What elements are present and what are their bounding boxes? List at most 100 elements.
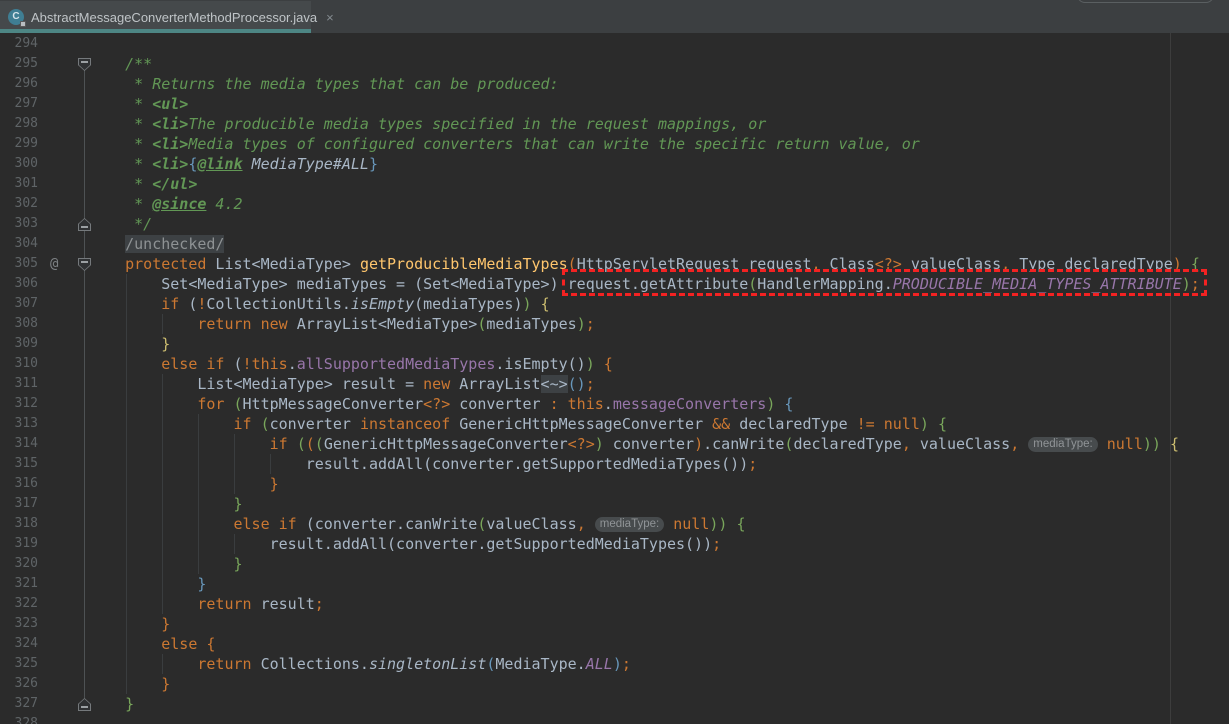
code-text: return new ArrayList<MediaType>(mediaTyp… [197,315,595,333]
line-number: 294 [14,36,38,51]
line-number: 314 [14,436,38,451]
line-number: 328 [14,716,38,724]
code-line[interactable]: 301 * </ul> [0,174,1229,194]
code-line[interactable]: 313 if (converter instanceof GenericHttp… [0,414,1229,434]
line-number: 298 [14,116,38,131]
code-line[interactable]: 304 /unchecked/ [0,234,1229,254]
code-editor[interactable]: 294 295 /** 296 * Returns the media types … [0,33,1229,724]
line-number: 310 [14,356,38,371]
code-line[interactable]: 326 } [0,674,1229,694]
code-line[interactable]: 296 * Returns the media types that can b… [0,74,1229,94]
code-text: * <ul> [89,95,189,113]
code-line[interactable]: 322 return result; [0,594,1229,614]
code-text: } [233,495,243,513]
line-number: 315 [14,456,38,471]
code-text: else if (!this.allSupportedMediaTypes.is… [161,355,613,373]
code-line[interactable]: 312 for (HttpMessageConverter<?> convert… [0,394,1229,414]
code-line[interactable]: 310 else if (!this.allSupportedMediaType… [0,354,1229,374]
parameter-hint: mediaType: [1028,437,1098,452]
code-text: * </ul> [89,175,198,193]
code-line[interactable]: 297 * <ul> [0,94,1229,114]
line-number: 296 [14,76,38,91]
line-number: 303 [14,216,38,231]
code-line[interactable]: 315 result.addAll(converter.getSupported… [0,454,1229,474]
code-text: if (!CollectionUtils.isEmpty(mediaTypes)… [161,295,550,313]
code-text: result.addAll(converter.getSupportedMedi… [89,455,758,473]
code-text: result.addAll(converter.getSupportedMedi… [89,535,722,553]
code-line[interactable]: 303 */ [0,214,1229,234]
code-line[interactable]: 302 * @since 4.2 [0,194,1229,214]
code-text: else if (converter.canWrite(valueClass, … [233,515,746,533]
code-text: } [125,695,135,713]
code-line[interactable]: 314 if (((GenericHttpMessageConverter<?>… [0,434,1229,454]
line-number: 313 [14,416,38,431]
line-number: 321 [14,576,38,591]
code-text: } [197,575,207,593]
code-line[interactable]: 321 } [0,574,1229,594]
code-text: for (HttpMessageConverter<?> converter :… [197,395,794,413]
tab-close-icon[interactable]: × [326,10,334,25]
code-line[interactable]: 300 * <li>{@link MediaType#ALL} [0,154,1229,174]
fold-end-icon[interactable] [78,698,91,711]
fold-start-icon[interactable] [78,258,91,271]
code-line[interactable]: 307 if (!CollectionUtils.isEmpty(mediaTy… [0,294,1229,314]
code-text: } [161,615,171,633]
line-number: 308 [14,316,38,331]
fold-end-icon[interactable] [78,218,91,231]
annotation-gutter-icon[interactable]: @ [50,254,58,274]
line-number: 320 [14,556,38,571]
line-number: 327 [14,696,38,711]
line-number: 324 [14,636,38,651]
highlight-box [562,269,1208,296]
tab-title: AbstractMessageConverterMethodProcessor.… [31,9,318,25]
code-line[interactable]: 295 /** [0,54,1229,74]
code-line[interactable]: 320 } [0,554,1229,574]
code-text: } [233,555,243,573]
line-number: 300 [14,156,38,171]
line-number: 302 [14,196,38,211]
line-number: 326 [14,676,38,691]
code-line[interactable]: 298 * <li>The producible media types spe… [0,114,1229,134]
line-number: 322 [14,596,38,611]
line-number: 312 [14,396,38,411]
code-text: */ [89,215,153,233]
line-number: 307 [14,296,38,311]
fold-start-icon[interactable] [78,58,91,71]
ide-window: C AbstractMessageConverterMethodProcesso… [0,0,1229,724]
code-line[interactable]: 324 else { [0,634,1229,654]
line-number: 316 [14,476,38,491]
code-text: /unchecked/ [125,235,225,253]
code-line[interactable]: 325 return Collections.singletonList(Med… [0,654,1229,674]
code-line[interactable]: 311 List<MediaType> result = new ArrayLi… [0,374,1229,394]
java-class-icon: C [8,9,26,27]
code-line[interactable]: 316 } [0,474,1229,494]
code-text: } [161,335,171,353]
editor-tab-active[interactable]: C AbstractMessageConverterMethodProcesso… [0,1,334,33]
code-text: * Returns the media types that can be pr… [89,75,559,93]
line-number: 301 [14,176,38,191]
code-line[interactable]: 327 } [0,694,1229,714]
fold-guide-line [84,70,85,698]
code-line[interactable]: 319 result.addAll(converter.getSupported… [0,534,1229,554]
code-line[interactable]: 294 [0,34,1229,54]
code-line[interactable]: 318 else if (converter.canWrite(valueCla… [0,514,1229,534]
code-text: } [161,675,171,693]
code-line[interactable]: 309 } [0,334,1229,354]
code-line[interactable]: 299 * <li>Media types of configured conv… [0,134,1229,154]
line-number: 305 [14,256,38,271]
line-number: 304 [14,236,38,251]
code-line[interactable]: 317 } [0,494,1229,514]
code-line[interactable]: 323 } [0,614,1229,634]
code-text: if (((GenericHttpMessageConverter<?>) co… [269,435,1179,453]
code-text: List<MediaType> result = new ArrayList<~… [89,375,595,393]
code-text: * <li>{@link MediaType#ALL} [89,155,378,173]
code-text: * <li>Media types of configured converte… [89,135,920,153]
code-line[interactable]: 308 return new ArrayList<MediaType>(medi… [0,314,1229,334]
line-number: 319 [14,536,38,551]
code-text: } [269,475,279,493]
popup-border-fragment [1077,0,1214,3]
readonly-lock-icon [20,21,26,27]
code-line[interactable]: 328 [0,714,1229,724]
line-number: 297 [14,96,38,111]
parameter-hint: mediaType: [594,517,665,532]
